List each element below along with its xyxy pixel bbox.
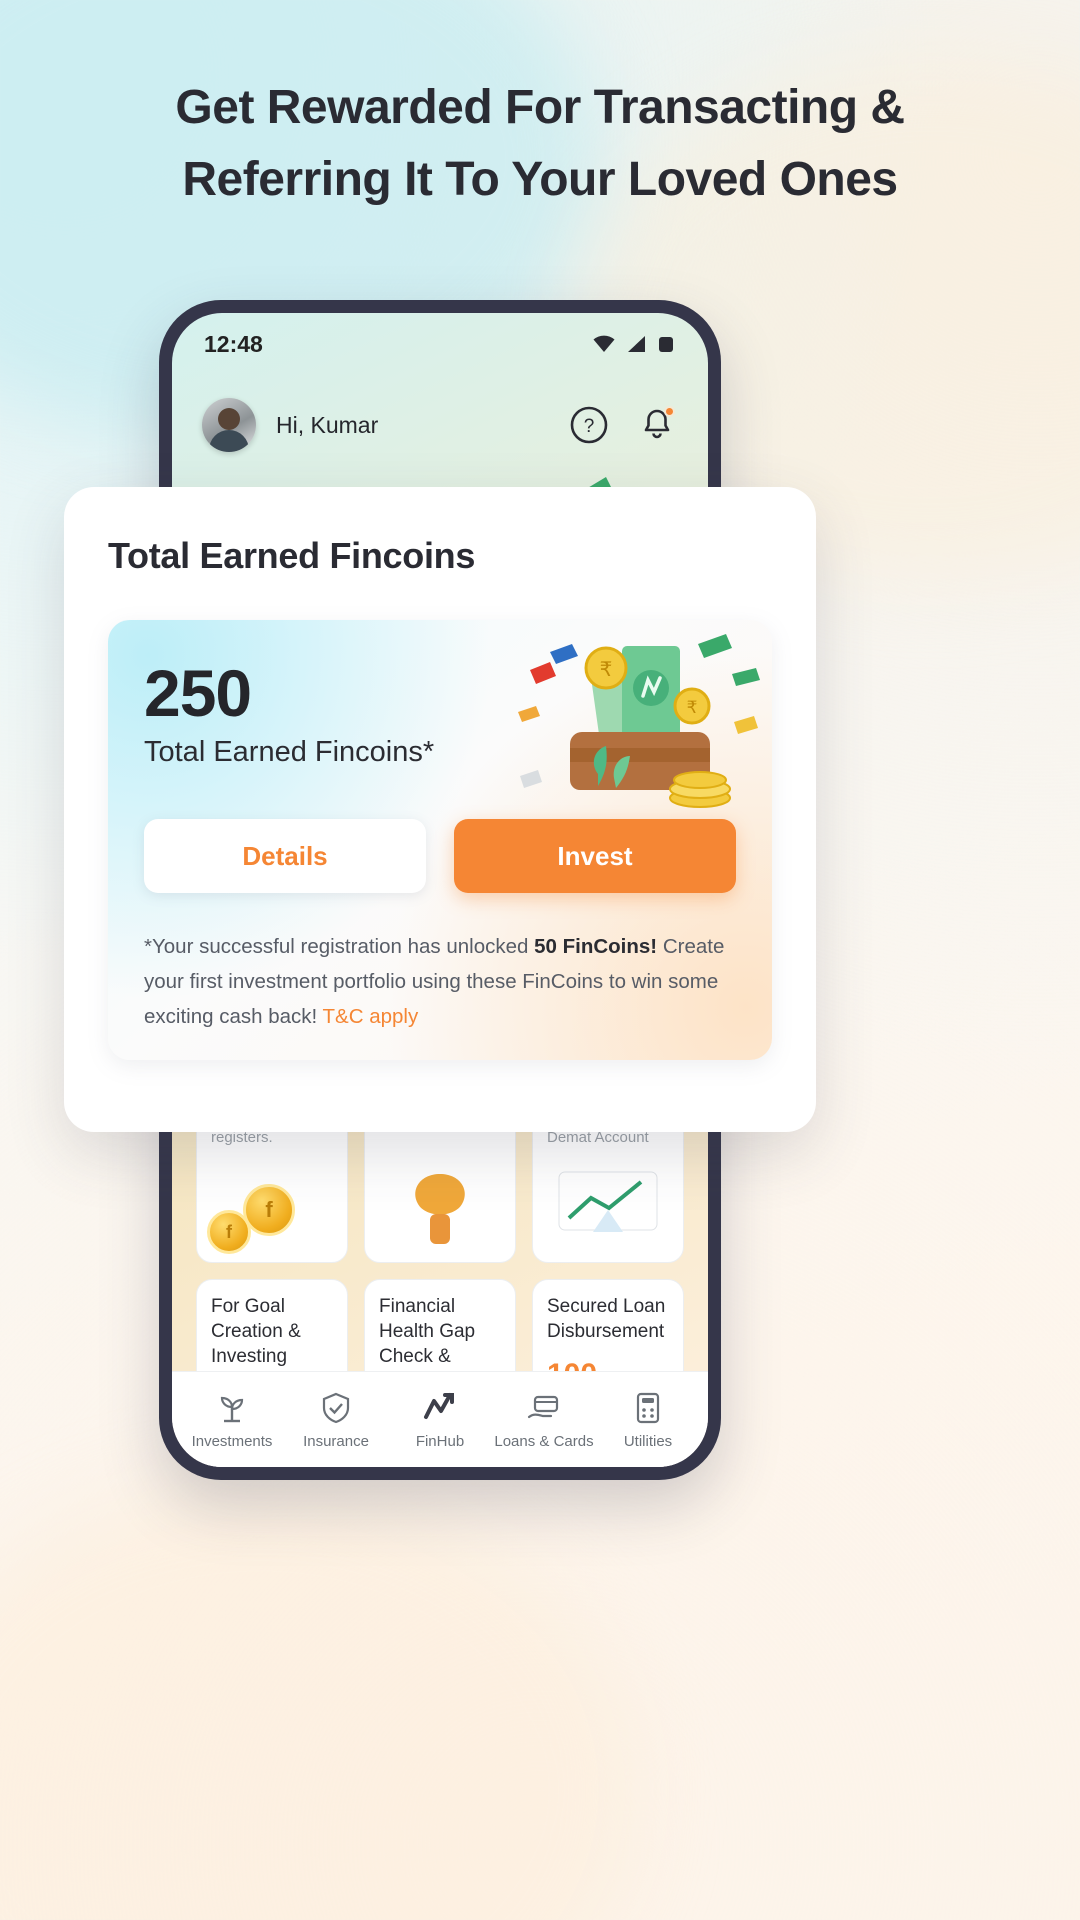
wallet-with-money-and-coins-illustration: ₹ ₹	[518, 634, 760, 808]
nav-item-finhub[interactable]: FinHub	[388, 1389, 492, 1450]
footnote-highlight: 50 FinCoins!	[534, 935, 658, 958]
fincoins-modal: Total Earned Fincoins 250 Total Earned F…	[64, 487, 816, 1132]
signal-icon	[628, 336, 645, 352]
app-header: Hi, Kumar ?	[172, 383, 708, 467]
nav-item-investments[interactable]: Investments	[180, 1389, 284, 1450]
svg-text:?: ?	[584, 416, 595, 437]
fincoins-actions: Details Invest	[144, 819, 736, 893]
reward-row-top: registers. f f Demat Account	[172, 1113, 708, 1263]
money-tree-icon	[415, 1174, 465, 1244]
reward-cards-area: registers. f f Demat Account For Goal Cr…	[172, 1113, 708, 1467]
nav-label: FinHub	[415, 1433, 465, 1450]
reward-card-title: For Goal Creation & Investing	[211, 1296, 301, 1367]
page-headline: Get Rewarded For Transacting & Referring…	[0, 72, 1080, 216]
invest-button[interactable]: Invest	[454, 819, 736, 893]
status-time: 12:48	[204, 330, 263, 357]
shield-check-icon	[322, 1392, 350, 1424]
coins-icon-2: f	[207, 1210, 251, 1254]
nav-item-loans-cards[interactable]: Loans & Cards	[492, 1389, 596, 1450]
avatar[interactable]	[202, 398, 256, 452]
nav-item-utilities[interactable]: Utilities	[596, 1389, 700, 1450]
status-bar: 12:48	[172, 313, 708, 375]
nav-label: Investments	[191, 1433, 273, 1450]
help-circle-icon: ?	[570, 406, 608, 444]
battery-icon	[659, 337, 673, 352]
fincoins-footnote: *Your successful registration has unlock…	[144, 929, 736, 1034]
chart-arrow-icon	[424, 1393, 454, 1419]
greeting-text: Hi, Kumar	[276, 411, 379, 438]
calculator-icon	[636, 1392, 660, 1424]
details-button[interactable]: Details	[144, 819, 426, 893]
reward-card[interactable]	[364, 1113, 516, 1263]
reward-card-title: Secured Loan Disbursement	[547, 1296, 666, 1342]
reward-card[interactable]: registers. f f	[196, 1113, 348, 1263]
chart-growth-icon	[558, 1171, 658, 1232]
svg-text:₹: ₹	[600, 659, 613, 681]
fincoins-summary-card: 250 Total Earned Fincoins* ₹ ₹ Details I…	[108, 620, 772, 1060]
svg-text:₹: ₹	[687, 698, 698, 717]
hand-card-icon	[527, 1395, 559, 1419]
plant-growth-icon	[220, 1396, 244, 1423]
nav-item-insurance[interactable]: Insurance	[284, 1389, 388, 1450]
background-blob-bottom	[0, 1480, 640, 1920]
modal-title: Total Earned Fincoins	[108, 535, 476, 576]
headline-line-2: Referring It To Your Loved Ones	[182, 153, 898, 206]
footnote-part-1: *Your successful registration has unlock…	[144, 935, 535, 958]
nav-label: Insurance	[303, 1433, 369, 1450]
nav-label: Utilities	[623, 1433, 673, 1450]
notification-badge	[664, 406, 675, 417]
status-icons	[592, 334, 676, 354]
bottom-navigation: Investments Insurance FinHub Loans & Car…	[172, 1371, 708, 1467]
notifications-button[interactable]	[636, 404, 678, 446]
terms-and-conditions-link[interactable]: T&C apply	[323, 1005, 419, 1028]
headline-line-1: Get Rewarded For Transacting &	[175, 81, 905, 134]
nav-label: Loans & Cards	[494, 1433, 594, 1450]
help-button[interactable]: ?	[568, 404, 610, 446]
header-actions: ?	[568, 404, 678, 446]
wifi-icon	[593, 335, 615, 352]
reward-card[interactable]: Demat Account	[532, 1113, 684, 1263]
